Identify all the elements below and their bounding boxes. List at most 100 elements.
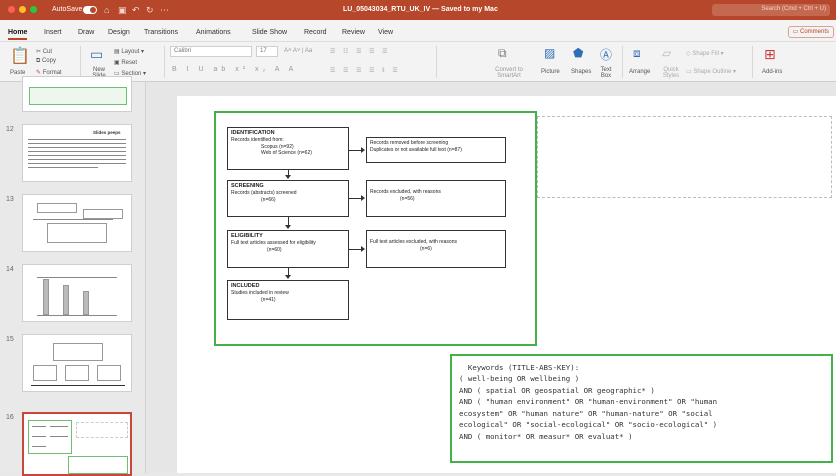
tab-home[interactable]: Home: [8, 29, 28, 40]
close-window-button[interactable]: [8, 6, 15, 13]
separator: [164, 46, 165, 78]
grow-shrink-font[interactable]: A˄ A˅ | Aa: [284, 48, 312, 54]
format-buttons[interactable]: B I U ab x² x₂ A A: [172, 66, 297, 73]
thumb-shape: [53, 343, 103, 361]
undo-icon[interactable]: ↶: [132, 5, 140, 16]
shape-outline-label: Shape Outline: [693, 69, 732, 75]
tab-view[interactable]: View: [378, 29, 393, 36]
quick-styles-icon[interactable]: ▱: [662, 46, 671, 60]
thumb-shape: [33, 365, 57, 381]
excluded-line: (n=6): [420, 245, 432, 252]
slide-number: 14: [6, 266, 14, 273]
comments-button[interactable]: ▭ Comments: [787, 26, 834, 38]
arrow-right: [361, 147, 365, 153]
slide-thumbnails-panel[interactable]: 12 Slides peeps 13 14 15 16: [0, 76, 146, 476]
shape-outline-button[interactable]: ▭ Shape Outline ▾: [686, 68, 736, 75]
thumb-shape: [68, 456, 128, 474]
tab-animations[interactable]: Animations: [196, 29, 231, 36]
thumb-line: [33, 219, 113, 220]
ribbon-tabs: Home Insert Draw Design Transitions Anim…: [0, 20, 836, 42]
removed-box[interactable]: Records removed before screening Duplica…: [366, 137, 506, 163]
included-box[interactable]: INCLUDED Studies included in review (n=4…: [227, 280, 349, 320]
slide-thumbnail-14[interactable]: [22, 264, 132, 322]
slide-thumbnail-11[interactable]: [22, 76, 132, 112]
text-box-label[interactable]: Text Box: [599, 67, 613, 79]
convert-smartart-label[interactable]: Convert to SmartArt: [494, 67, 524, 79]
tab-insert[interactable]: Insert: [44, 29, 62, 36]
thumb-shape: [37, 203, 77, 213]
screening-box[interactable]: SCREENING Records (abstracts) screened (…: [227, 180, 349, 217]
copy-label: Copy: [41, 58, 56, 64]
shapes-label[interactable]: Shapes: [571, 69, 591, 75]
arrange-label[interactable]: Arrange: [629, 69, 650, 75]
identification-box[interactable]: IDENTIFICATION Records identified from: …: [227, 127, 349, 170]
keywords-text-box[interactable]: Keywords (TITLE-ABS-KEY): ( well-being O…: [450, 354, 833, 463]
picture-icon[interactable]: ▨: [544, 46, 555, 60]
more-icon[interactable]: ⋯: [160, 5, 169, 16]
eligibility-box[interactable]: ELIGIBILITY Full text articles assessed …: [227, 230, 349, 268]
thumb-line: [28, 163, 126, 164]
tab-record[interactable]: Record: [304, 29, 327, 36]
tab-design[interactable]: Design: [108, 29, 130, 36]
minimize-window-button[interactable]: [19, 6, 26, 13]
empty-text-placeholder[interactable]: [537, 116, 832, 198]
keywords-line: AND ( monitor* OR measur* OR evaluat* ): [459, 431, 633, 441]
thumb-line: [50, 436, 68, 437]
shapes-icon[interactable]: ⬟: [573, 46, 583, 60]
arrange-icon[interactable]: ⧈: [633, 46, 641, 61]
font-family-select[interactable]: Calibri: [170, 46, 252, 57]
comments-label: Comments: [799, 29, 829, 35]
slide-thumbnail-12[interactable]: Slides peeps: [22, 124, 132, 182]
bullet-buttons[interactable]: ☰ ☷ ☰ ☰ ☰: [330, 48, 391, 55]
paste-icon[interactable]: 📋: [10, 46, 30, 66]
thumb-shape: [47, 223, 107, 243]
thumb-text-block: [29, 87, 127, 105]
align-buttons[interactable]: ☰ ☰ ☰ ☰ ‖ ☰: [330, 67, 401, 74]
slide-number: 12: [6, 126, 14, 133]
excluded-records-box[interactable]: Records excluded, with reasons (n=56): [366, 180, 506, 217]
home-icon[interactable]: ⌂: [104, 5, 109, 15]
add-ins-label[interactable]: Add-ins: [762, 69, 782, 75]
slide-thumbnail-16[interactable]: [22, 412, 132, 476]
new-slide-icon[interactable]: ▭: [90, 46, 103, 63]
text-box-icon[interactable]: Ⓐ: [600, 46, 612, 63]
autosave-toggle[interactable]: [83, 6, 97, 14]
thumb-shape: [97, 365, 121, 381]
tab-review[interactable]: Review: [342, 29, 365, 36]
slide-thumbnail-13[interactable]: [22, 194, 132, 252]
thumb-line: [28, 139, 126, 140]
picture-label[interactable]: Picture: [541, 69, 560, 75]
add-ins-icon[interactable]: ⊞: [764, 46, 776, 63]
layout-label: Layout: [121, 49, 140, 55]
eligibility-heading: ELIGIBILITY: [231, 233, 263, 239]
tab-transitions[interactable]: Transitions: [144, 29, 178, 36]
redo-icon[interactable]: ↻: [146, 5, 154, 16]
identification-heading: IDENTIFICATION: [231, 130, 275, 136]
slide-editor-canvas[interactable]: IDENTIFICATION Records identified from: …: [147, 82, 836, 473]
separator: [752, 46, 753, 78]
prisma-flow-diagram[interactable]: IDENTIFICATION Records identified from: …: [214, 111, 537, 346]
zoom-window-button[interactable]: [30, 6, 37, 13]
layout-button[interactable]: ▤ Layout ▾: [114, 48, 144, 55]
arrow-down: [285, 275, 291, 279]
quick-styles-label[interactable]: Quick Styles: [660, 67, 682, 79]
separator: [80, 46, 81, 78]
excluded-fulltext-box[interactable]: Full text articles excluded, with reason…: [366, 230, 506, 268]
current-slide[interactable]: IDENTIFICATION Records identified from: …: [177, 96, 836, 473]
tab-slide-show[interactable]: Slide Show: [252, 29, 287, 36]
thumb-line: [37, 277, 117, 278]
font-size-select[interactable]: 17: [256, 46, 278, 57]
shape-fill-button[interactable]: ◇ Shape Fill ▾: [686, 50, 724, 57]
separator: [436, 46, 437, 78]
thumb-line: [28, 151, 126, 152]
search-box[interactable]: Search (Cmd + Ctrl + U): [712, 4, 830, 16]
copy-button[interactable]: ⧉ Copy: [36, 58, 56, 65]
slide-thumbnail-15[interactable]: [22, 334, 132, 392]
smartart-icon[interactable]: ⧉: [498, 46, 507, 61]
cut-button[interactable]: ✂ Cut: [36, 48, 52, 55]
reset-button[interactable]: ▣ Reset: [114, 59, 137, 66]
save-icon[interactable]: ▣: [118, 5, 127, 16]
tab-draw[interactable]: Draw: [78, 29, 94, 36]
format-painter-button[interactable]: ✎ Format: [36, 69, 62, 76]
screening-line: (n=66): [261, 196, 276, 203]
